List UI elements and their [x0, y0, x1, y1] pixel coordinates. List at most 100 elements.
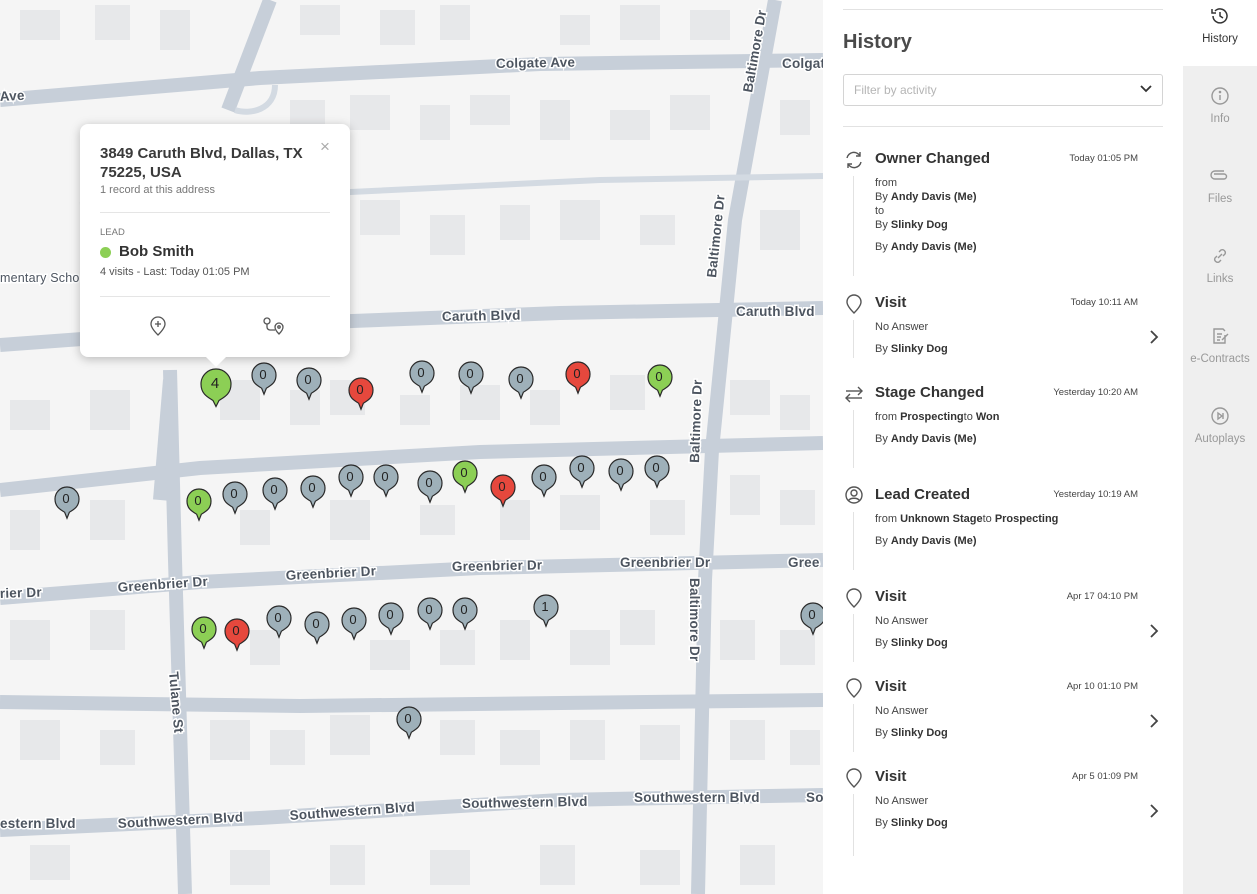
activity-filter-select[interactable]: Filter by activity: [843, 74, 1163, 106]
map-pin[interactable]: 1: [533, 594, 559, 628]
visit-pin-icon: [846, 588, 862, 608]
close-icon[interactable]: ×: [320, 137, 330, 157]
map-view[interactable]: Colgate Ave Colgate Ave Ave Caruth Blvd …: [0, 0, 823, 894]
add-visit-icon[interactable]: [146, 314, 170, 338]
map-pin[interactable]: 0: [262, 477, 288, 511]
map-pin[interactable]: 0: [565, 361, 591, 395]
street-label: Baltimore Dr: [687, 379, 705, 463]
pin-count: 0: [404, 711, 412, 726]
map-pin[interactable]: 0: [222, 481, 248, 515]
route-icon[interactable]: [261, 314, 285, 338]
entry-title: Visit: [875, 678, 907, 695]
map-pin[interactable]: 0: [300, 475, 326, 509]
popup-record-type: LEAD: [100, 227, 125, 238]
pin-count: 0: [460, 465, 468, 480]
map-pin[interactable]: 0: [341, 607, 367, 641]
entry-title: Visit: [875, 588, 907, 605]
map-pin[interactable]: 0: [608, 458, 634, 492]
street-label: rier Dr: [0, 585, 43, 601]
chevron-right-icon[interactable]: [1149, 330, 1159, 344]
entry-detail: No Answer: [875, 705, 929, 717]
street-label: Southwestern Blvd: [462, 794, 588, 811]
map-pin[interactable]: 4: [200, 368, 232, 408]
map-pin[interactable]: 0: [338, 464, 364, 498]
tab-history[interactable]: History: [1183, 0, 1257, 66]
divider: [843, 126, 1163, 127]
tab-info[interactable]: Info: [1183, 80, 1257, 146]
map-pin[interactable]: 0: [647, 364, 673, 398]
map-pin[interactable]: 0: [458, 361, 484, 395]
pin-count: 0: [232, 623, 240, 638]
timeline-line: [853, 512, 854, 570]
map-pin[interactable]: 0: [373, 464, 399, 498]
tab-autoplays[interactable]: Autoplays: [1183, 400, 1257, 466]
pin-count: 0: [425, 602, 433, 617]
map-pin[interactable]: 0: [490, 474, 516, 508]
pin-count: 0: [356, 382, 364, 397]
entry-detail: from: [875, 177, 897, 189]
map-pin[interactable]: 0: [266, 605, 292, 639]
map-pin[interactable]: 0: [224, 618, 250, 652]
street-label: Greenbrier Dr: [620, 555, 711, 570]
map-pin[interactable]: 0: [304, 611, 330, 645]
pin-count: 0: [194, 493, 202, 508]
map-pin[interactable]: 0: [452, 460, 478, 494]
map-pin[interactable]: 0: [186, 488, 212, 522]
pin-count: 0: [577, 460, 585, 475]
history-panel: History Filter by activity Owner Changed…: [823, 0, 1183, 894]
map-pin[interactable]: 0: [452, 597, 478, 631]
map-pin[interactable]: 0: [348, 377, 374, 411]
map-pin[interactable]: 0: [378, 602, 404, 636]
visit-pin-icon: [846, 678, 862, 698]
popup-lead-name[interactable]: Bob Smith: [119, 243, 194, 260]
street-label: estern Blvd: [0, 816, 76, 831]
map-pin[interactable]: 0: [569, 455, 595, 489]
map-pin[interactable]: 0: [417, 597, 443, 631]
divider: [100, 296, 330, 297]
pin-count: 0: [808, 607, 816, 622]
entry-time: Today 01:05 PM: [1069, 153, 1138, 164]
chevron-right-icon[interactable]: [1149, 624, 1159, 638]
chevron-right-icon[interactable]: [1149, 804, 1159, 818]
entry-title: Lead Created: [875, 486, 971, 503]
map-pin[interactable]: 0: [417, 470, 443, 504]
chevron-right-icon[interactable]: [1149, 714, 1159, 728]
street-label: Colgate Ave: [496, 55, 576, 71]
pin-count: 0: [346, 469, 354, 484]
pin-count: 0: [498, 479, 506, 494]
map-pin[interactable]: 0: [251, 362, 277, 396]
entry-detail: to: [875, 205, 885, 217]
timeline-line: [853, 614, 854, 662]
pin-count: 0: [270, 482, 278, 497]
pin-count: 1: [541, 599, 549, 614]
timeline-line: [853, 320, 854, 358]
tab-links[interactable]: Links: [1183, 240, 1257, 306]
map-pin[interactable]: 0: [409, 360, 435, 394]
map-pin[interactable]: 0: [800, 602, 823, 636]
map-pin[interactable]: 0: [191, 616, 217, 650]
address-popup: 3849 Caruth Blvd, Dallas, TX 75225, USA …: [80, 124, 350, 367]
map-pin[interactable]: 0: [54, 486, 80, 520]
pin-count: 0: [425, 475, 433, 490]
timeline-line: [853, 176, 854, 276]
pin-count: 0: [460, 602, 468, 617]
pin-count: 0: [62, 491, 70, 506]
autoplay-icon: [1211, 407, 1229, 425]
pin-count: 0: [655, 369, 663, 384]
divider: [100, 212, 330, 213]
map-pin[interactable]: 0: [508, 366, 534, 400]
pin-count: 0: [381, 469, 389, 484]
map-pin[interactable]: 0: [531, 464, 557, 498]
tab-files[interactable]: Files: [1183, 160, 1257, 226]
entry-title: Visit: [875, 294, 907, 311]
paperclip-icon: [1210, 170, 1228, 180]
map-pin[interactable]: 0: [396, 706, 422, 740]
entry-author: By Slinky Dog: [875, 343, 948, 355]
entry-author: By Andy Davis (Me): [875, 433, 977, 445]
history-icon: [1211, 8, 1228, 24]
entry-time: Apr 17 04:10 PM: [1066, 591, 1138, 602]
map-pin[interactable]: 0: [644, 455, 670, 489]
entry-time: Today 10:11 AM: [1070, 297, 1138, 308]
tab-e-contracts[interactable]: e-Contracts: [1183, 320, 1257, 386]
map-pin[interactable]: 0: [296, 367, 322, 401]
